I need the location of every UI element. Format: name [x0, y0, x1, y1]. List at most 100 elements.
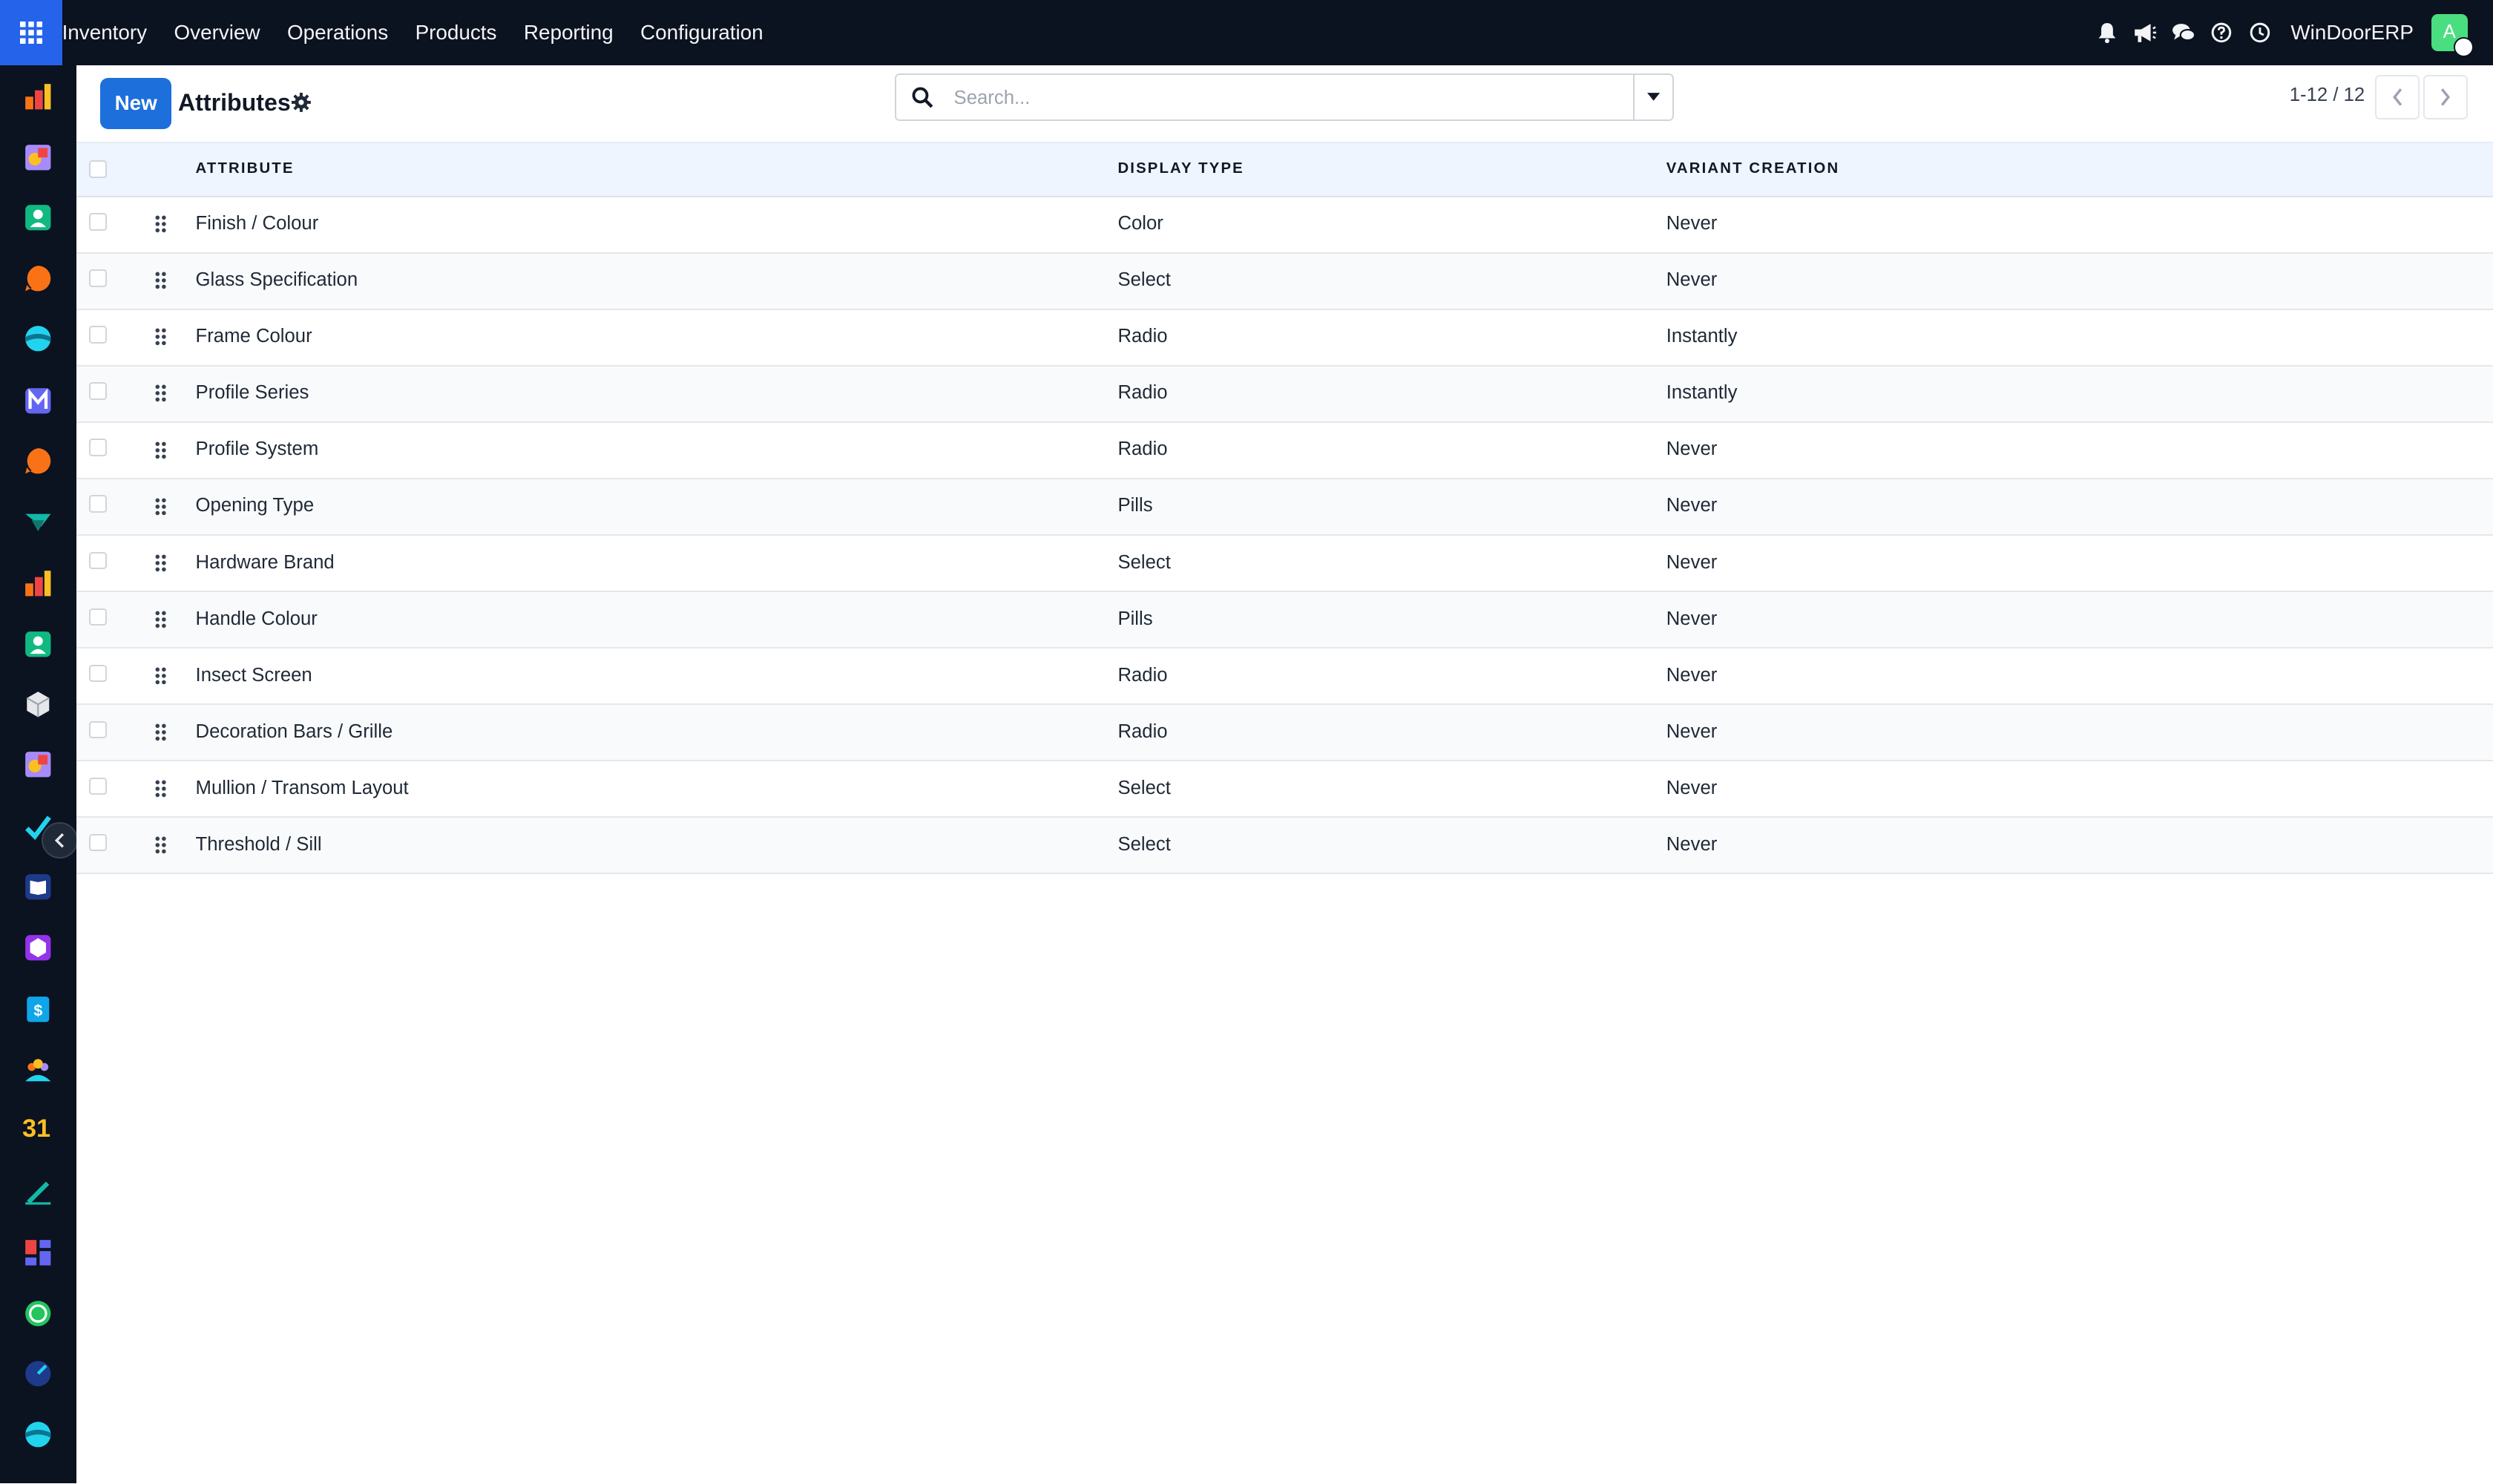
barcode-app-icon[interactable]	[24, 933, 53, 962]
menu-products[interactable]: Products	[401, 0, 510, 65]
repair-app-icon[interactable]	[24, 750, 53, 779]
variant-creation: Never	[1666, 833, 1718, 855]
pager-previous-button[interactable]	[2375, 74, 2420, 119]
clock-icon[interactable]	[2248, 21, 2272, 45]
column-header-attribute[interactable]: ATTRIBUTE	[196, 160, 295, 177]
website-app-icon[interactable]	[24, 324, 53, 353]
row-checkbox[interactable]	[88, 664, 107, 683]
attribute-name: Opening Type	[195, 495, 315, 516]
megaphone-icon[interactable]	[2133, 21, 2157, 45]
contacts-app-icon[interactable]	[24, 203, 53, 232]
table-row[interactable]: Glass Specification Select Never	[76, 253, 2493, 310]
drag-handle-icon[interactable]	[154, 610, 167, 629]
drag-handle-icon[interactable]	[154, 384, 167, 403]
attribute-name: Mullion / Transom Layout	[195, 777, 409, 798]
column-header-display-type[interactable]: DISPLAY TYPE	[1117, 160, 1244, 177]
display-type: Radio	[1117, 720, 1168, 742]
display-type: Select	[1117, 551, 1171, 573]
display-type: Radio	[1117, 439, 1168, 460]
table-row[interactable]: Threshold / Sill Select Never	[76, 818, 2493, 875]
chevron-left-icon	[54, 833, 64, 848]
row-checkbox[interactable]	[88, 495, 107, 513]
column-header-variant-creation[interactable]: VARIANT CREATION	[1666, 160, 1840, 177]
table-row[interactable]: Hardware Brand Select Never	[76, 536, 2493, 593]
row-checkbox[interactable]	[88, 551, 107, 570]
drag-handle-icon[interactable]	[154, 666, 167, 686]
search-input[interactable]	[950, 81, 1625, 116]
drag-handle-icon[interactable]	[154, 271, 167, 290]
pager-value[interactable]: 1-12 / 12	[2290, 85, 2365, 106]
systray: WinDoorERP A	[2095, 0, 2474, 65]
row-checkbox[interactable]	[88, 777, 107, 795]
company-switcher[interactable]: WinDoorERP	[2290, 21, 2414, 45]
table-row[interactable]: Profile Series Radio Instantly	[76, 366, 2493, 423]
row-checkbox[interactable]	[88, 720, 107, 739]
drag-handle-icon[interactable]	[154, 214, 167, 234]
planning-app-icon[interactable]	[24, 143, 53, 172]
table-row[interactable]: Profile System Radio Never	[76, 423, 2493, 480]
drag-handle-icon[interactable]	[154, 441, 167, 460]
whatsapp-app-icon[interactable]	[24, 1299, 53, 1328]
project-app-icon[interactable]	[24, 508, 53, 536]
attribute-name: Glass Specification	[195, 269, 358, 291]
row-checkbox[interactable]	[88, 608, 107, 626]
menu-operations[interactable]: Operations	[274, 0, 402, 65]
calendar-day-label: 31	[22, 1114, 51, 1143]
variant-creation: Never	[1666, 551, 1718, 573]
table-row[interactable]: Frame Colour Radio Instantly	[76, 310, 2493, 367]
table-row[interactable]: Insect Screen Radio Never	[76, 649, 2493, 706]
knowledge-app-icon[interactable]	[24, 873, 53, 902]
table-row[interactable]: Finish / Colour Color Never	[76, 197, 2493, 254]
help-icon[interactable]	[2210, 21, 2233, 45]
row-checkbox[interactable]	[88, 269, 107, 287]
menu-configuration[interactable]: Configuration	[627, 0, 777, 65]
display-type: Radio	[1117, 382, 1168, 404]
new-button[interactable]: New	[99, 77, 172, 129]
table-row[interactable]: Mullion / Transom Layout Select Never	[76, 761, 2493, 818]
team-app-icon[interactable]	[24, 1056, 53, 1085]
reporting-app-icon[interactable]	[24, 569, 53, 598]
row-checkbox[interactable]	[88, 326, 107, 344]
email-app-icon[interactable]	[24, 387, 53, 416]
drag-handle-icon[interactable]	[154, 835, 167, 855]
employees-app-icon[interactable]	[24, 630, 53, 659]
table-row[interactable]: Decoration Bars / Grille Radio Never	[76, 705, 2493, 762]
row-checkbox[interactable]	[88, 833, 107, 852]
app-name-link[interactable]: Inventory	[62, 0, 161, 65]
live-chat-app-icon[interactable]	[24, 447, 53, 476]
apps-menu-button[interactable]	[0, 0, 62, 65]
apps-sidebar: $ 31	[0, 65, 78, 1484]
top-navbar: Inventory Overview Operations Products R…	[0, 0, 2493, 65]
menu-reporting[interactable]: Reporting	[510, 0, 627, 65]
calendar-app-icon[interactable]: 31	[22, 1114, 57, 1149]
pager-next-button[interactable]	[2423, 74, 2468, 119]
search-options-toggle[interactable]	[1633, 74, 1672, 119]
select-all-checkbox[interactable]	[88, 160, 107, 178]
discuss-app-icon[interactable]	[24, 264, 53, 293]
svg-text:$: $	[33, 1002, 42, 1020]
invoicing-app-icon[interactable]: $	[24, 995, 53, 1024]
timesheet-app-icon[interactable]	[24, 1359, 53, 1388]
inventory-app-icon[interactable]	[24, 82, 53, 111]
sidebar-collapse-button[interactable]	[41, 821, 78, 858]
page-title: Attributes	[177, 88, 291, 116]
drag-handle-icon[interactable]	[154, 327, 167, 347]
drag-handle-icon[interactable]	[154, 497, 167, 516]
drag-handle-icon[interactable]	[154, 723, 167, 742]
drag-handle-icon[interactable]	[154, 779, 167, 798]
products-app-icon[interactable]	[24, 690, 53, 719]
row-checkbox[interactable]	[88, 439, 107, 456]
row-checkbox[interactable]	[88, 382, 107, 400]
table-row[interactable]: Handle Colour Pills Never	[76, 592, 2493, 649]
menu-overview[interactable]: Overview	[160, 0, 273, 65]
user-avatar[interactable]: A	[2431, 14, 2474, 58]
website-builder-app-icon[interactable]	[24, 1420, 53, 1449]
sign-app-icon[interactable]	[24, 1177, 53, 1206]
row-checkbox[interactable]	[88, 213, 107, 231]
dashboards-app-icon[interactable]	[24, 1238, 53, 1267]
bell-icon[interactable]	[2095, 21, 2119, 45]
table-row[interactable]: Opening Type Pills Never	[76, 479, 2493, 536]
gear-icon[interactable]	[291, 92, 312, 113]
chat-icon[interactable]	[2172, 21, 2195, 45]
drag-handle-icon[interactable]	[154, 554, 167, 573]
